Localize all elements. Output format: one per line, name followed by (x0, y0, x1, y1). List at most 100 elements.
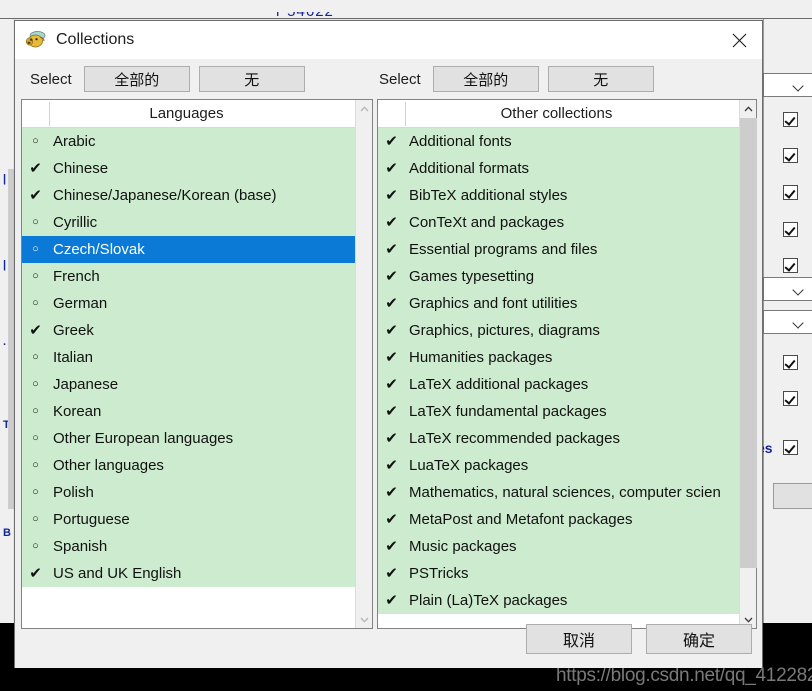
list-item[interactable]: ✔ Music packages (378, 533, 739, 560)
parent-checkbox[interactable] (783, 185, 798, 200)
parent-button[interactable] (773, 483, 812, 509)
unchecked-icon[interactable]: ○ (22, 263, 49, 290)
checked-icon[interactable]: ✔ (22, 182, 49, 209)
checked-icon[interactable]: ✔ (378, 533, 405, 560)
list-item[interactable]: ✔ Chinese (22, 155, 355, 182)
list-item[interactable]: ✔ LaTeX recommended packages (378, 425, 739, 452)
list-item-label: Graphics, pictures, diagrams (409, 322, 600, 339)
collections-scrollbar[interactable] (739, 100, 757, 628)
list-item[interactable]: ✔ Chinese/Japanese/Korean (base) (22, 182, 355, 209)
parent-checkbox[interactable] (783, 112, 798, 127)
unchecked-icon[interactable]: ○ (22, 128, 49, 155)
unchecked-icon[interactable]: ○ (22, 452, 49, 479)
collections-select-all-button[interactable]: 全部的 (432, 66, 539, 92)
list-item[interactable]: ○ French (22, 263, 355, 290)
list-item[interactable]: ○ Cyrillic (22, 209, 355, 236)
languages-scrollbar[interactable] (355, 100, 372, 628)
list-item[interactable]: ✔ Essential programs and files (378, 236, 739, 263)
checked-icon[interactable]: ✔ (378, 452, 405, 479)
list-item[interactable]: ○ Czech/Slovak (22, 236, 355, 263)
list-item[interactable]: ✔ Additional formats (378, 155, 739, 182)
checked-icon[interactable]: ✔ (378, 155, 405, 182)
checked-icon[interactable]: ✔ (22, 560, 49, 587)
languages-select-none-button[interactable]: 无 (198, 66, 305, 92)
list-item[interactable]: ✔ Plain (La)TeX packages (378, 587, 739, 614)
parent-dropdown[interactable] (763, 73, 812, 97)
parent-dropdown[interactable] (763, 310, 812, 334)
checked-icon[interactable]: ✔ (378, 263, 405, 290)
checked-icon[interactable]: ✔ (378, 236, 405, 263)
list-item[interactable]: ✔ US and UK English (22, 560, 355, 587)
list-item[interactable]: ✔ Games typesetting (378, 263, 739, 290)
checked-icon[interactable]: ✔ (378, 371, 405, 398)
unchecked-icon[interactable]: ○ (22, 236, 49, 263)
parent-checkbox[interactable] (783, 222, 798, 237)
list-item[interactable]: ✔ LaTeX fundamental packages (378, 398, 739, 425)
languages-listbox[interactable]: Languages ○ Arabic ✔ Chinese ✔ Chinese/Japane… (22, 100, 355, 628)
list-item[interactable]: ○ German (22, 290, 355, 317)
unchecked-icon[interactable]: ○ (22, 398, 49, 425)
checked-icon[interactable]: ✔ (22, 317, 49, 344)
parent-checkbox[interactable] (783, 391, 798, 406)
list-item[interactable]: ✔ Humanities packages (378, 344, 739, 371)
list-item[interactable]: ✔ Graphics, pictures, diagrams (378, 317, 739, 344)
list-item[interactable]: ○ Portuguese (22, 506, 355, 533)
parent-checkbox[interactable] (783, 440, 798, 455)
parent-checkbox[interactable] (783, 148, 798, 163)
list-item[interactable]: ○ Other languages (22, 452, 355, 479)
checked-icon[interactable]: ✔ (378, 587, 405, 614)
list-item[interactable]: ✔ BibTeX additional styles (378, 182, 739, 209)
list-item[interactable]: ○ Italian (22, 344, 355, 371)
checked-icon[interactable]: ✔ (378, 398, 405, 425)
unchecked-icon[interactable]: ○ (22, 344, 49, 371)
checked-icon[interactable]: ✔ (378, 128, 405, 155)
ok-button[interactable]: 确定 (646, 624, 752, 654)
collections-select-none-button[interactable]: 无 (547, 66, 654, 92)
list-item[interactable]: ○ Korean (22, 398, 355, 425)
checked-icon[interactable]: ✔ (378, 425, 405, 452)
list-item[interactable]: ✔ MetaPost and Metafont packages (378, 506, 739, 533)
unchecked-icon[interactable]: ○ (22, 425, 49, 452)
parent-checkbox[interactable] (783, 258, 798, 273)
parent-window-divider (0, 18, 812, 19)
close-icon[interactable] (717, 21, 762, 59)
checked-icon[interactable]: ✔ (378, 344, 405, 371)
checked-icon[interactable]: ✔ (378, 560, 405, 587)
languages-select-all-button[interactable]: 全部的 (83, 66, 190, 92)
collections-listbox[interactable]: Other collections ✔ Additional fonts ✔ Addi… (378, 100, 739, 628)
list-item[interactable]: ✔ PSTricks (378, 560, 739, 587)
screen: r 54622 | | · T B (0, 0, 812, 691)
chevron-up-icon[interactable] (356, 100, 373, 117)
chevron-up-icon[interactable] (740, 100, 757, 117)
unchecked-icon[interactable]: ○ (22, 209, 49, 236)
list-item[interactable]: ○ Arabic (22, 128, 355, 155)
list-item[interactable]: ○ Polish (22, 479, 355, 506)
parent-checkbox[interactable] (783, 355, 798, 370)
unchecked-icon[interactable]: ○ (22, 533, 49, 560)
list-item[interactable]: ✔ LaTeX additional packages (378, 371, 739, 398)
list-item[interactable]: ✔ Additional fonts (378, 128, 739, 155)
checked-icon[interactable]: ✔ (22, 155, 49, 182)
unchecked-icon[interactable]: ○ (22, 506, 49, 533)
checked-icon[interactable]: ✔ (378, 209, 405, 236)
checked-icon[interactable]: ✔ (378, 506, 405, 533)
unchecked-icon[interactable]: ○ (22, 479, 49, 506)
list-item[interactable]: ○ Spanish (22, 533, 355, 560)
list-item[interactable]: ○ Japanese (22, 371, 355, 398)
list-item-label: ConTeXt and packages (409, 214, 565, 231)
list-item[interactable]: ✔ Graphics and font utilities (378, 290, 739, 317)
collections-scrollbar-thumb[interactable] (740, 118, 757, 568)
list-item[interactable]: ✔ Mathematics, natural sciences, computer… (378, 479, 739, 506)
cancel-button[interactable]: 取消 (526, 624, 632, 654)
unchecked-icon[interactable]: ○ (22, 290, 49, 317)
list-item[interactable]: ✔ LuaTeX packages (378, 452, 739, 479)
parent-dropdown[interactable] (763, 277, 812, 301)
list-item[interactable]: ✔ Greek (22, 317, 355, 344)
unchecked-icon[interactable]: ○ (22, 371, 49, 398)
checked-icon[interactable]: ✔ (378, 317, 405, 344)
checked-icon[interactable]: ✔ (378, 290, 405, 317)
list-item[interactable]: ✔ ConTeXt and packages (378, 209, 739, 236)
checked-icon[interactable]: ✔ (378, 479, 405, 506)
list-item[interactable]: ○ Other European languages (22, 425, 355, 452)
checked-icon[interactable]: ✔ (378, 182, 405, 209)
